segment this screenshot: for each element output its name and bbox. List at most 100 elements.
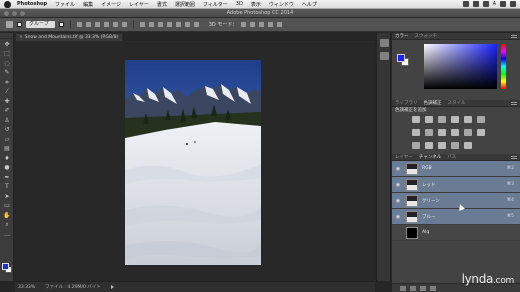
blur-tool-icon[interactable]: ♦	[2, 155, 12, 163]
color-panel-foreground-swatch[interactable]	[397, 54, 405, 62]
menu-file[interactable]: ファイル	[55, 1, 75, 8]
eye-icon[interactable]: ◉	[394, 214, 402, 220]
tab-styles[interactable]: スタイル	[448, 100, 466, 106]
wifi-icon[interactable]	[472, 1, 479, 7]
black-white-icon[interactable]	[438, 129, 446, 136]
menu-help[interactable]: ヘルプ	[302, 1, 317, 8]
path-select-tool-icon[interactable]: ➤	[2, 193, 12, 201]
volume-icon[interactable]	[482, 1, 489, 7]
close-document-icon[interactable]: ×	[19, 35, 23, 40]
load-selection-icon[interactable]	[400, 286, 406, 291]
marquee-tool-icon[interactable]: ⬚	[2, 50, 12, 58]
eyedropper-tool-icon[interactable]: ⁄	[2, 88, 12, 96]
tool-preset-icon[interactable]	[6, 21, 13, 28]
crop-tool-icon[interactable]: ⌗	[2, 79, 12, 87]
notification-list-icon[interactable]	[510, 1, 516, 7]
zoom-level[interactable]: 33.33%	[18, 285, 35, 290]
status-icon[interactable]	[462, 1, 469, 7]
distribute-hcenter-icon[interactable]	[175, 22, 181, 27]
channel-row-blue[interactable]: ◉ ブルー ⌘5	[392, 209, 520, 225]
menu-3d[interactable]: 3D	[236, 1, 243, 7]
transform-controls-checkbox[interactable]	[58, 22, 64, 27]
hue-saturation-icon[interactable]	[412, 129, 420, 136]
tab-adjustments[interactable]: 色調補正	[424, 100, 442, 106]
align-top-icon[interactable]	[76, 22, 82, 27]
3d-scale-icon[interactable]	[277, 22, 283, 27]
input-method-indicator[interactable]: A	[493, 1, 496, 7]
menu-type[interactable]: 書式	[157, 1, 167, 8]
invert-icon[interactable]	[412, 142, 420, 149]
curves-icon[interactable]	[438, 116, 446, 123]
menu-view[interactable]: 表示	[251, 1, 261, 8]
clone-stamp-tool-icon[interactable]: ♙	[2, 117, 12, 125]
threshold-icon[interactable]	[438, 142, 446, 149]
zoom-tool-icon[interactable]: ⌕	[2, 221, 12, 229]
menu-select[interactable]: 選択範囲	[175, 1, 195, 8]
distribute-vcenter-icon[interactable]	[148, 22, 154, 27]
distribute-right-icon[interactable]	[184, 22, 190, 27]
lasso-tool-icon[interactable]: ◌	[2, 60, 12, 68]
menu-image[interactable]: イメージ	[101, 1, 121, 8]
distribute-left-icon[interactable]	[166, 22, 172, 27]
menu-filter[interactable]: フィルター	[203, 1, 228, 8]
type-tool-icon[interactable]: T	[2, 183, 12, 191]
panel-menu-icon[interactable]	[511, 155, 517, 159]
eye-icon[interactable]: ◉	[394, 182, 402, 188]
auto-align-icon[interactable]	[193, 22, 199, 27]
eraser-tool-icon[interactable]: ▱	[2, 136, 12, 144]
panel-menu-icon[interactable]	[511, 101, 517, 105]
align-right-icon[interactable]	[121, 22, 127, 27]
gradient-tool-icon[interactable]: ▤	[2, 145, 12, 153]
vibrance-icon[interactable]	[464, 116, 472, 123]
panel-menu-icon[interactable]	[511, 34, 517, 38]
exposure-icon[interactable]	[451, 116, 459, 123]
new-channel-icon[interactable]	[420, 286, 426, 291]
apple-menu-icon[interactable]	[4, 0, 11, 8]
document-tab[interactable]: × Snow and Mountains.tif @ 33.3% (RGB/8)	[15, 33, 123, 41]
channel-mixer-icon[interactable]	[464, 129, 472, 136]
hand-tool-icon[interactable]: ✋	[2, 212, 12, 220]
align-left-icon[interactable]	[103, 22, 109, 27]
3d-pan-icon[interactable]	[259, 22, 265, 27]
pen-tool-icon[interactable]: ✒	[2, 174, 12, 182]
auto-select-dropdown[interactable]: グループ	[26, 21, 55, 28]
gradient-map-triangle-icon[interactable]	[477, 116, 485, 123]
quick-select-tool-icon[interactable]: ✎	[2, 69, 12, 77]
3d-roll-icon[interactable]	[250, 22, 256, 27]
align-vcenter-icon[interactable]	[85, 22, 91, 27]
save-selection-icon[interactable]	[410, 286, 416, 291]
align-hcenter-icon[interactable]	[112, 22, 118, 27]
channel-row-rgb[interactable]: ◉ RGB ⌘2	[392, 161, 520, 177]
menu-window[interactable]: ウィンドウ	[269, 1, 294, 8]
3d-slide-icon[interactable]	[268, 22, 274, 27]
status-menu-arrow-icon[interactable]	[110, 285, 114, 289]
tab-swatches[interactable]: スウォッチ	[415, 33, 438, 39]
distribute-bottom-icon[interactable]	[157, 22, 163, 27]
dodge-tool-icon[interactable]: ●	[2, 164, 12, 172]
3d-rotate-icon[interactable]	[241, 22, 247, 27]
history-brush-tool-icon[interactable]: ↺	[2, 126, 12, 134]
delete-channel-icon[interactable]	[430, 286, 436, 291]
distribute-top-icon[interactable]	[139, 22, 145, 27]
healing-brush-tool-icon[interactable]: ✚	[2, 98, 12, 106]
history-panel-icon[interactable]	[380, 39, 389, 47]
tab-color[interactable]: カラー	[395, 33, 409, 39]
eye-icon[interactable]: ◉	[394, 166, 402, 172]
brightness-contrast-icon[interactable]	[412, 116, 420, 123]
properties-panel-icon[interactable]	[380, 52, 389, 60]
document-canvas[interactable]	[15, 42, 375, 281]
posterize-icon[interactable]	[425, 142, 433, 149]
move-tool-icon[interactable]: ✥	[2, 41, 12, 49]
brush-tool-icon[interactable]: ✐	[2, 107, 12, 115]
app-menu[interactable]: Photoshop	[17, 1, 47, 7]
tab-channels[interactable]: チャンネル	[419, 154, 441, 160]
tab-paths[interactable]: パス	[447, 154, 456, 160]
color-picker-field[interactable]	[424, 44, 497, 89]
color-balance-icon[interactable]	[425, 129, 433, 136]
more-tools-icon[interactable]: …	[2, 231, 12, 239]
photo-filter-icon[interactable]	[451, 129, 459, 136]
selective-color-icon[interactable]	[464, 142, 472, 149]
tab-layers[interactable]: レイヤー	[395, 154, 413, 160]
eye-icon[interactable]: ◉	[394, 198, 402, 204]
spotlight-search-icon[interactable]	[500, 1, 506, 7]
